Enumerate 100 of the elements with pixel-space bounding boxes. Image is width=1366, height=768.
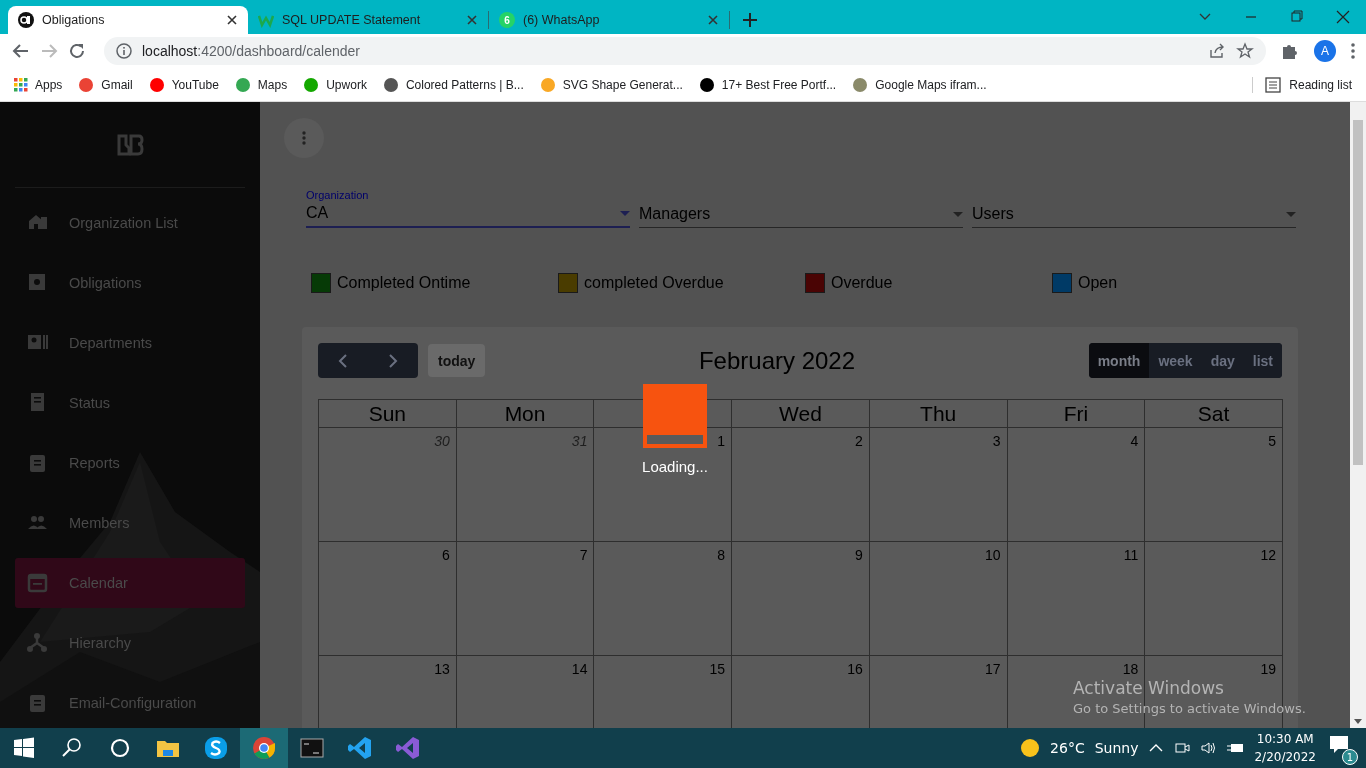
clock[interactable]: 10:30 AM 2/20/2022 bbox=[1254, 730, 1316, 766]
bookmark-link[interactable]: YouTube bbox=[148, 76, 219, 93]
day-number: 15 bbox=[709, 662, 726, 676]
weather-text: Sunny bbox=[1094, 740, 1139, 756]
day-number: 8 bbox=[717, 548, 726, 562]
browser-tab[interactable]: SQL UPDATE Statement bbox=[248, 6, 488, 34]
day-number: 10 bbox=[985, 548, 1001, 562]
volume-icon[interactable] bbox=[1200, 740, 1217, 756]
weekday-header: Fri bbox=[1063, 402, 1089, 425]
legend-label: Overdue bbox=[831, 274, 893, 292]
star-icon[interactable] bbox=[1236, 42, 1254, 60]
notification-badge: 1 bbox=[1342, 749, 1358, 765]
dropdown-icon bbox=[620, 210, 630, 216]
favicon-icon bbox=[382, 76, 399, 93]
chrome-logo-icon bbox=[251, 735, 277, 761]
today-button[interactable]: today bbox=[428, 344, 486, 377]
temperature-text: 26°C bbox=[1050, 740, 1085, 756]
dropdown-icon bbox=[953, 211, 963, 217]
bookmark-link[interactable]: Google Maps ifram... bbox=[852, 76, 987, 93]
favicon-icon bbox=[148, 76, 165, 93]
field-value: CA bbox=[306, 204, 330, 222]
day-number: 12 bbox=[1260, 548, 1276, 562]
day-number: 4 bbox=[1130, 434, 1139, 448]
day-number: 9 bbox=[855, 548, 863, 562]
loading-spinner bbox=[643, 384, 707, 448]
select-field[interactable]: Organization CA bbox=[306, 184, 630, 228]
close-icon[interactable] bbox=[466, 14, 478, 26]
field-label: Organization bbox=[306, 189, 370, 201]
camera-icon[interactable] bbox=[1174, 740, 1191, 756]
view-button[interactable]: month bbox=[1088, 343, 1150, 378]
day-number: 13 bbox=[434, 662, 450, 676]
list-icon bbox=[1265, 76, 1282, 93]
favicon-icon bbox=[698, 76, 715, 93]
day-number: 2 bbox=[855, 434, 863, 448]
menu-icon[interactable] bbox=[1350, 42, 1356, 60]
bookmark-link[interactable]: Colored Patterns | B... bbox=[382, 76, 524, 93]
favicon-icon bbox=[852, 76, 869, 93]
windows-logo-icon bbox=[11, 735, 37, 761]
url-text: localhost:4200/dashboard/calender bbox=[142, 43, 361, 59]
select-field[interactable]: Managers bbox=[639, 184, 963, 228]
legend-label: Completed Ontime bbox=[337, 274, 471, 292]
favicon-icon bbox=[78, 76, 95, 93]
share-icon[interactable] bbox=[1208, 42, 1226, 60]
profile-avatar[interactable]: A bbox=[1314, 40, 1336, 62]
more-icon bbox=[302, 131, 306, 145]
day-number: 7 bbox=[579, 548, 588, 562]
scroll-down-icon[interactable] bbox=[1354, 719, 1362, 724]
code-editor-icon bbox=[347, 735, 373, 761]
weekday-header: Sat bbox=[1197, 402, 1230, 425]
calendar-title: February 2022 bbox=[698, 346, 856, 374]
day-number: 6 bbox=[441, 548, 450, 562]
calendar-icon bbox=[27, 572, 49, 594]
day-number: 18 bbox=[1122, 662, 1139, 676]
apps-grid-icon bbox=[14, 77, 28, 92]
whatsapp-badge: 6 bbox=[499, 12, 515, 28]
close-icon[interactable] bbox=[707, 14, 719, 26]
select-field[interactable]: Users bbox=[972, 184, 1296, 228]
address-bar[interactable]: localhost:4200/dashboard/calender bbox=[104, 37, 1266, 65]
day-number: 5 bbox=[1268, 434, 1276, 448]
reading-list-button[interactable]: Reading list bbox=[1252, 76, 1352, 93]
day-number: 3 bbox=[992, 434, 1001, 448]
notifications-button[interactable]: 1 bbox=[1326, 733, 1356, 763]
field-placeholder: Users bbox=[972, 205, 1015, 223]
day-number: 1 bbox=[717, 434, 726, 448]
bookmark-link[interactable]: Gmail bbox=[78, 76, 133, 93]
info-icon[interactable] bbox=[116, 43, 132, 59]
hierarchy-icon bbox=[27, 632, 49, 654]
weekday-header: Mon bbox=[504, 402, 546, 425]
bookmark-link[interactable]: Apps bbox=[14, 77, 63, 92]
bookmark-link[interactable]: Upwork bbox=[303, 76, 367, 93]
legend-label: completed Overdue bbox=[584, 274, 724, 292]
bookmark-link[interactable]: Maps bbox=[234, 76, 288, 93]
chevron-right-icon bbox=[388, 353, 398, 368]
scrollbar[interactable] bbox=[1350, 102, 1366, 728]
field-placeholder: Managers bbox=[639, 205, 712, 223]
favicon-icon bbox=[303, 76, 320, 93]
activation-title: Activate Windows bbox=[1073, 678, 1224, 698]
day-number: 30 bbox=[434, 434, 450, 448]
day-number: 11 bbox=[1123, 548, 1139, 562]
chevron-left-icon bbox=[338, 353, 348, 368]
weekday-header: Wed bbox=[779, 402, 822, 425]
bookmark-link[interactable]: SVG Shape Generat... bbox=[539, 76, 683, 93]
browser-tab[interactable]: Obligations bbox=[8, 6, 248, 34]
loading-text: Loading... bbox=[642, 458, 708, 475]
day-number: 19 bbox=[1260, 662, 1276, 676]
bookmark-link[interactable]: 17+ Best Free Portf... bbox=[698, 76, 837, 93]
dropdown-icon bbox=[1286, 211, 1296, 217]
logo-icon bbox=[18, 12, 34, 28]
day-number: 31 bbox=[571, 434, 588, 448]
close-icon[interactable] bbox=[226, 14, 238, 26]
legend-label: Open bbox=[1078, 274, 1118, 292]
day-number: 17 bbox=[985, 662, 1001, 676]
activation-message: Go to Settings to activate Windows. bbox=[1073, 701, 1306, 716]
weekday-header: Thu bbox=[920, 402, 957, 425]
weekday-header: Sun bbox=[368, 402, 407, 425]
browser-tab[interactable]: 6 (6) WhatsApp bbox=[489, 6, 729, 34]
favicon-icon bbox=[539, 76, 556, 93]
terminal-icon bbox=[299, 735, 325, 761]
day-number: 16 bbox=[847, 662, 863, 676]
visual-studio-icon bbox=[395, 735, 421, 761]
